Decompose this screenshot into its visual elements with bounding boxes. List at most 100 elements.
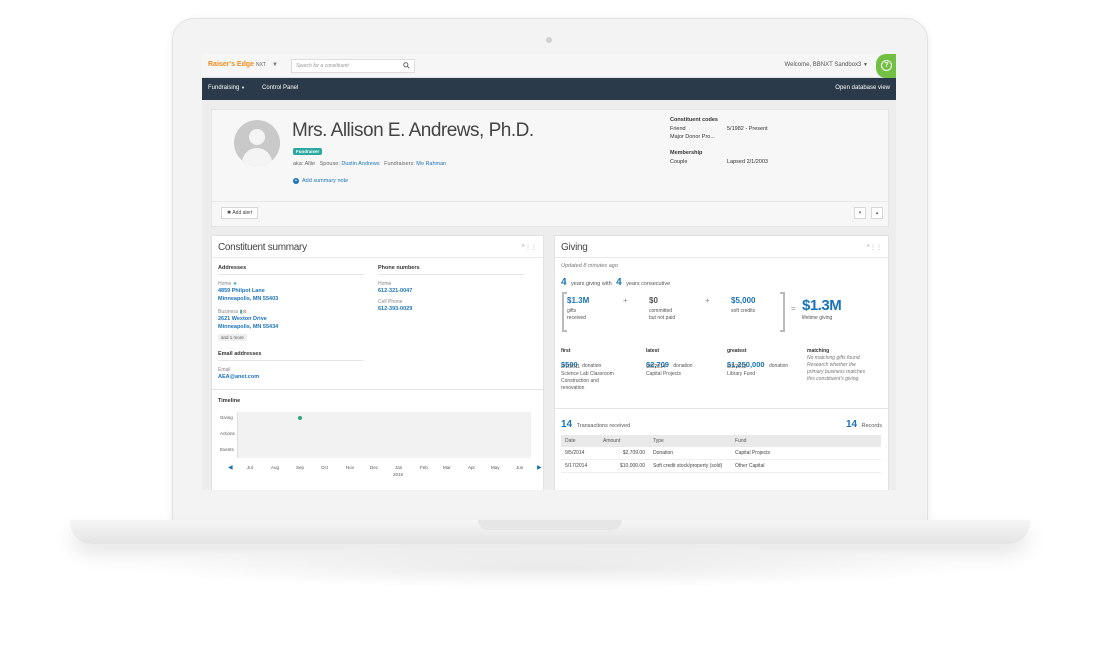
search-icon[interactable]	[403, 62, 410, 69]
add-summary-note-label: Add summary note	[302, 178, 349, 184]
committed-amount[interactable]: $0	[649, 296, 658, 305]
membership-header: Membership	[670, 150, 703, 156]
transactions-summary: 14 Transactions received	[561, 414, 630, 432]
transactions-label: Transactions received	[576, 423, 631, 429]
column-header[interactable]: Date	[561, 435, 599, 447]
more-addresses-chip[interactable]: and 1 more	[218, 334, 247, 341]
spouse-label: Spouse:	[319, 161, 340, 167]
timeline-row-label: Events	[220, 447, 234, 452]
brand-suffix: NXT	[255, 62, 266, 68]
years-giving-summary: 4 years giving with 4 years consecutive	[561, 272, 670, 290]
timeline-month: Dec	[370, 465, 379, 470]
email-link[interactable]: AEA@anet.com	[218, 373, 259, 381]
drag-handle-icon[interactable]: ⋮⋮	[870, 244, 882, 251]
lifetime-giving-amount[interactable]: $1.3M	[802, 297, 842, 314]
code-row: Friend 5/1982 - Present	[670, 126, 768, 132]
laptop-shadow	[120, 548, 980, 588]
nav-control-panel[interactable]: Control Panel	[262, 85, 298, 91]
phone-home-link[interactable]: 612-321-0047	[378, 287, 412, 295]
label-line: committed	[649, 308, 673, 314]
chevron-down-icon: ▾	[858, 210, 862, 216]
plus-operator: +	[705, 296, 710, 305]
timeline-header: Timeline	[218, 398, 241, 404]
constituent-name: Mrs. Allison E. Andrews, Ph.D.	[292, 120, 534, 141]
nav-fundraising[interactable]: Fundraising ▼	[208, 85, 245, 91]
records-summary[interactable]: 14 Records	[846, 414, 882, 432]
timeline-row-label: Giving	[220, 415, 233, 420]
table-row[interactable]: 9/5/2014 $2,709.00 Donation Capital Proj…	[561, 447, 881, 460]
cell-fund: Other Capital	[731, 459, 881, 473]
column-header[interactable]: Fund	[731, 435, 881, 447]
divider	[555, 408, 888, 409]
fundraiser-link[interactable]: Mo Rahman	[416, 161, 446, 167]
column-header[interactable]: Amount	[599, 435, 649, 447]
avatar[interactable]	[234, 120, 280, 166]
timeline-year: 2015	[393, 472, 404, 477]
timeline-month: Oct	[321, 465, 329, 470]
timeline-next-icon[interactable]: ▶	[537, 464, 542, 471]
avatar-body	[242, 148, 272, 166]
brand-caret-icon[interactable]: ▼	[272, 62, 278, 68]
business-address[interactable]: 2621 Wexton Drive Minneapolis, MN 55434	[218, 315, 278, 331]
open-database-view-link[interactable]: Open database view	[835, 85, 890, 91]
collapse-up-button[interactable]: ▴	[871, 207, 883, 219]
label-line: received	[567, 315, 586, 321]
table-row[interactable]: 5/17/2014 $10,000.00 Soft credit stock/p…	[561, 459, 881, 473]
gifts-received-amount[interactable]: $1.3M	[567, 296, 589, 305]
home-address[interactable]: 4859 Philpot Lane Minneapolis, MN 55403	[218, 287, 278, 303]
user-menu[interactable]: Welcome, BBNXT Sandbox3 ▼	[785, 62, 868, 68]
gift-fund: Capital Projects	[646, 371, 682, 377]
help-button[interactable]: ?	[876, 54, 896, 78]
timeline-month: Jun	[516, 465, 524, 470]
code-name: Major Donor Pro...	[670, 134, 715, 140]
divider	[212, 257, 543, 258]
chevron-down-icon: ▼	[863, 62, 868, 68]
gift-date: 9/5/2014	[646, 364, 666, 370]
gear-icon: ✱	[227, 210, 232, 216]
phones-header: Phone numbers	[378, 265, 420, 271]
brand-logo[interactable]: Raiser's Edge NXT	[208, 61, 266, 68]
address-line: Minneapolis, MN 55403	[218, 296, 279, 302]
equals-operator: =	[791, 304, 796, 313]
panel-title: Giving	[561, 242, 588, 253]
transactions-table: Date Amount Type Fund 9/5/2014 $2,709.00…	[561, 435, 881, 473]
divider	[378, 274, 524, 275]
timeline-gift-marker[interactable]	[298, 416, 302, 420]
column-header[interactable]: Type	[649, 435, 731, 447]
top-bar: Raiser's Edge NXT ▼ Search for a constit…	[202, 54, 896, 78]
constituent-summary-panel: Constituent summary ˄ ⋮⋮ Addresses Home …	[211, 235, 544, 490]
add-alert-button[interactable]: ✱ Add alert	[221, 207, 259, 219]
drag-handle-icon[interactable]: ⋮⋮	[525, 244, 537, 251]
add-summary-note-link[interactable]: + Add summary note	[293, 178, 348, 184]
aka-label: aka:	[293, 161, 304, 167]
timeline-month: Feb	[420, 465, 428, 470]
records-label: Records	[861, 423, 882, 429]
timeline-month: Apr	[468, 465, 476, 470]
phone-cell-link[interactable]: 612-393-0029	[378, 305, 412, 313]
search-input[interactable]: Search for a constituent	[291, 59, 415, 73]
avatar-head	[249, 129, 265, 145]
gift-fund: Library Fund	[727, 371, 756, 377]
timeline-month: Aug	[271, 465, 280, 470]
latest-gift-details: 9/5/2014 Capital Projects	[646, 364, 681, 378]
timeline-prev-icon[interactable]: ◀	[228, 464, 233, 471]
timeline-chart	[237, 412, 531, 458]
greatest-gift-type: donation	[769, 363, 789, 369]
committed-label: committed but not paid	[649, 308, 675, 322]
divider	[218, 274, 364, 275]
timeline-month: Sep	[296, 465, 305, 470]
records-count: 14	[845, 419, 858, 430]
matching-line: this constituent's giving.	[807, 376, 860, 382]
gift-fund: renovation	[561, 385, 585, 391]
matching-text: No matching gifts found. Research whether…	[807, 355, 865, 383]
matching-line: Research whether the	[807, 362, 856, 368]
divider	[212, 201, 888, 202]
collapse-down-button[interactable]: ▾	[854, 207, 866, 219]
spouse-link[interactable]: Dustin Andrews	[341, 161, 379, 167]
membership-row: Couple Lapsed 2/1/2003	[670, 159, 768, 165]
soft-credits-amount[interactable]: $5,000	[731, 296, 755, 305]
codes-header: Constituent codes	[670, 117, 718, 123]
welcome-text: Welcome, BBNXT Sandbox3	[784, 62, 862, 68]
membership-value: Lapsed 2/1/2003	[727, 159, 768, 165]
plus-operator: +	[623, 296, 628, 305]
